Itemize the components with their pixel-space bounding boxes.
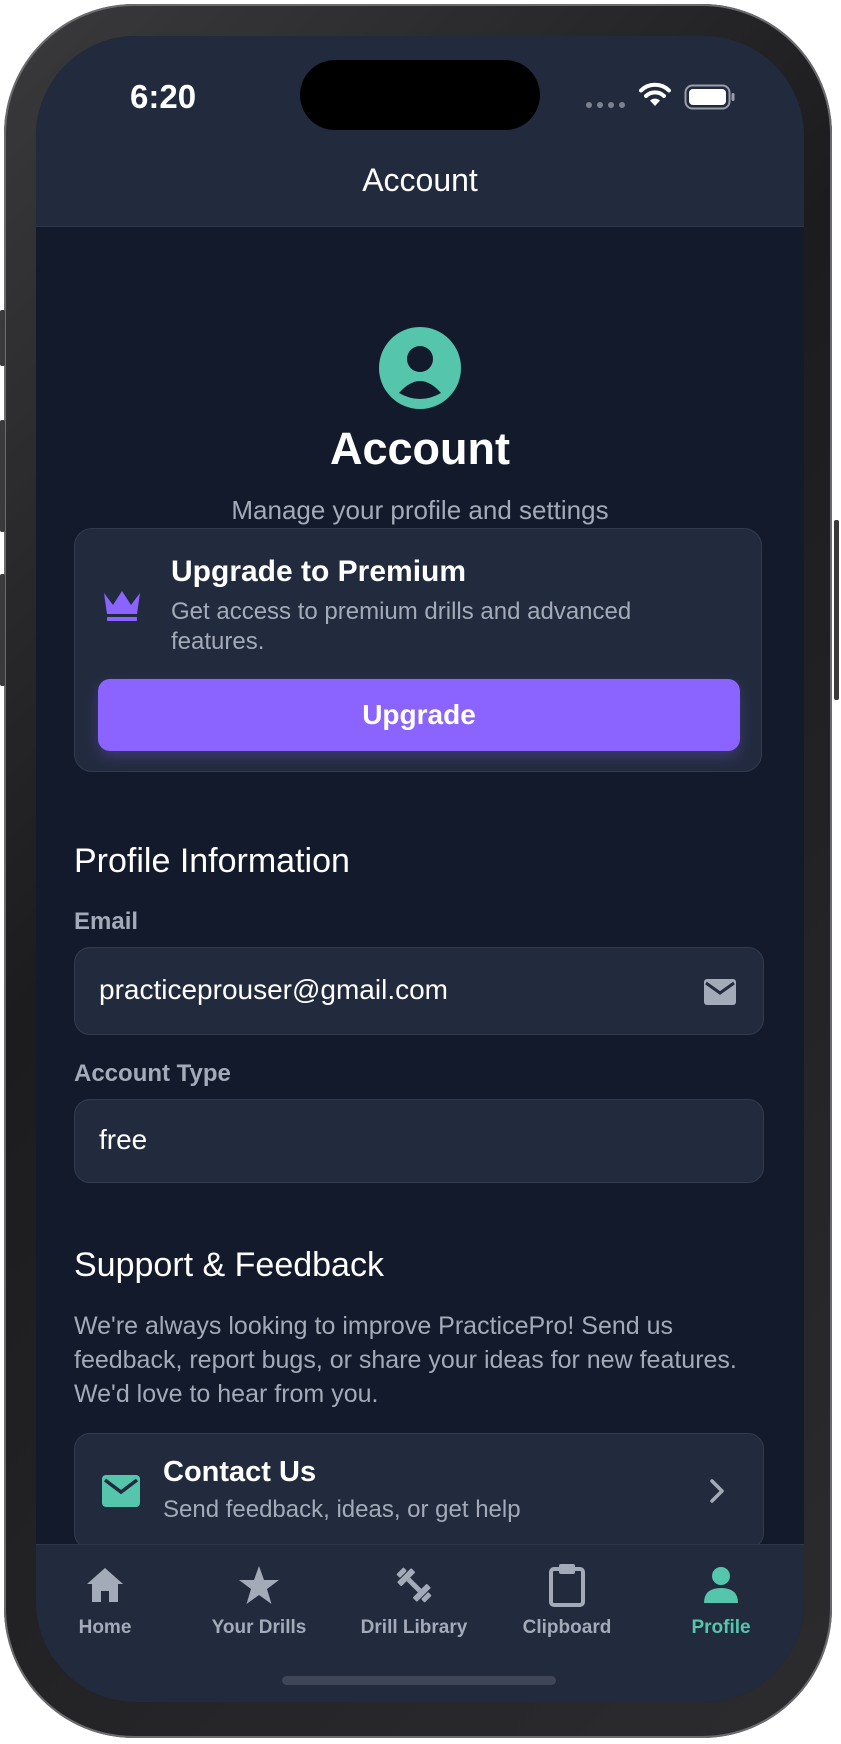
tab-drill-library[interactable]: Drill Library <box>339 1563 489 1639</box>
mute-switch <box>0 310 5 366</box>
home-indicator[interactable] <box>282 1676 556 1685</box>
account-type-field[interactable]: free <box>74 1099 764 1183</box>
nav-title: Account <box>362 162 478 198</box>
tab-clipboard[interactable]: Clipboard <box>492 1563 642 1639</box>
crown-icon <box>104 591 140 621</box>
contact-us-subtitle: Send feedback, ideas, or get help <box>163 1496 521 1523</box>
person-icon <box>704 1567 738 1603</box>
wifi-icon <box>639 82 671 106</box>
cellular-signal-icon <box>586 102 625 108</box>
top-bar: 6:20 Account <box>36 36 804 227</box>
email-field[interactable]: practiceprouser@gmail.com <box>74 947 764 1035</box>
volume-up-button <box>0 420 5 532</box>
account-type-value: free <box>99 1124 148 1155</box>
contact-us-button[interactable]: Contact Us Send feedback, ideas, or get … <box>74 1433 764 1549</box>
tab-home-label: Home <box>78 1617 132 1638</box>
tab-profile[interactable]: Profile <box>646 1563 796 1639</box>
account-avatar-icon <box>379 327 461 409</box>
status-time: 6:20 <box>130 78 197 115</box>
contact-us-title: Contact Us <box>163 1456 317 1488</box>
mail-icon <box>704 979 736 1005</box>
email-value: practiceprouser@gmail.com <box>99 974 448 1005</box>
tab-drill-library-label: Drill Library <box>360 1617 468 1638</box>
star-icon <box>239 1566 279 1604</box>
premium-description: Get access to premium drills and advance… <box>171 598 632 655</box>
tab-your-drills-label: Your Drills <box>211 1617 307 1638</box>
home-icon <box>87 1568 123 1602</box>
page-subtitle: Manage your profile and settings <box>231 495 609 525</box>
support-section-title: Support & Feedback <box>74 1246 384 1284</box>
profile-section-title: Profile Information <box>74 842 350 880</box>
support-description: We're always looking to improve Practice… <box>74 1312 737 1408</box>
dumbbell-icon <box>396 1567 432 1603</box>
dynamic-island <box>300 60 540 130</box>
email-label: Email <box>74 908 139 935</box>
tab-your-drills[interactable]: Your Drills <box>184 1563 334 1639</box>
premium-card: Upgrade to Premium Get access to premium… <box>74 528 762 772</box>
page-title: Account <box>330 423 510 474</box>
account-content[interactable]: Account Manage your profile and settings… <box>36 227 804 1577</box>
clipboard-icon <box>549 1564 585 1607</box>
tab-profile-label: Profile <box>691 1617 751 1638</box>
upgrade-button[interactable]: Upgrade <box>98 679 740 751</box>
chevron-right-icon <box>710 1479 724 1503</box>
account-type-label: Account Type <box>74 1060 231 1087</box>
tab-clipboard-label: Clipboard <box>522 1617 612 1638</box>
volume-down-button <box>0 574 5 686</box>
power-button <box>834 520 839 700</box>
screen: 6:20 Account Account Manage your profile… <box>36 36 804 1702</box>
mail-icon <box>102 1475 140 1507</box>
battery-icon <box>684 84 735 110</box>
tab-home[interactable]: Home <box>36 1563 180 1639</box>
premium-title: Upgrade to Premium <box>171 555 467 588</box>
